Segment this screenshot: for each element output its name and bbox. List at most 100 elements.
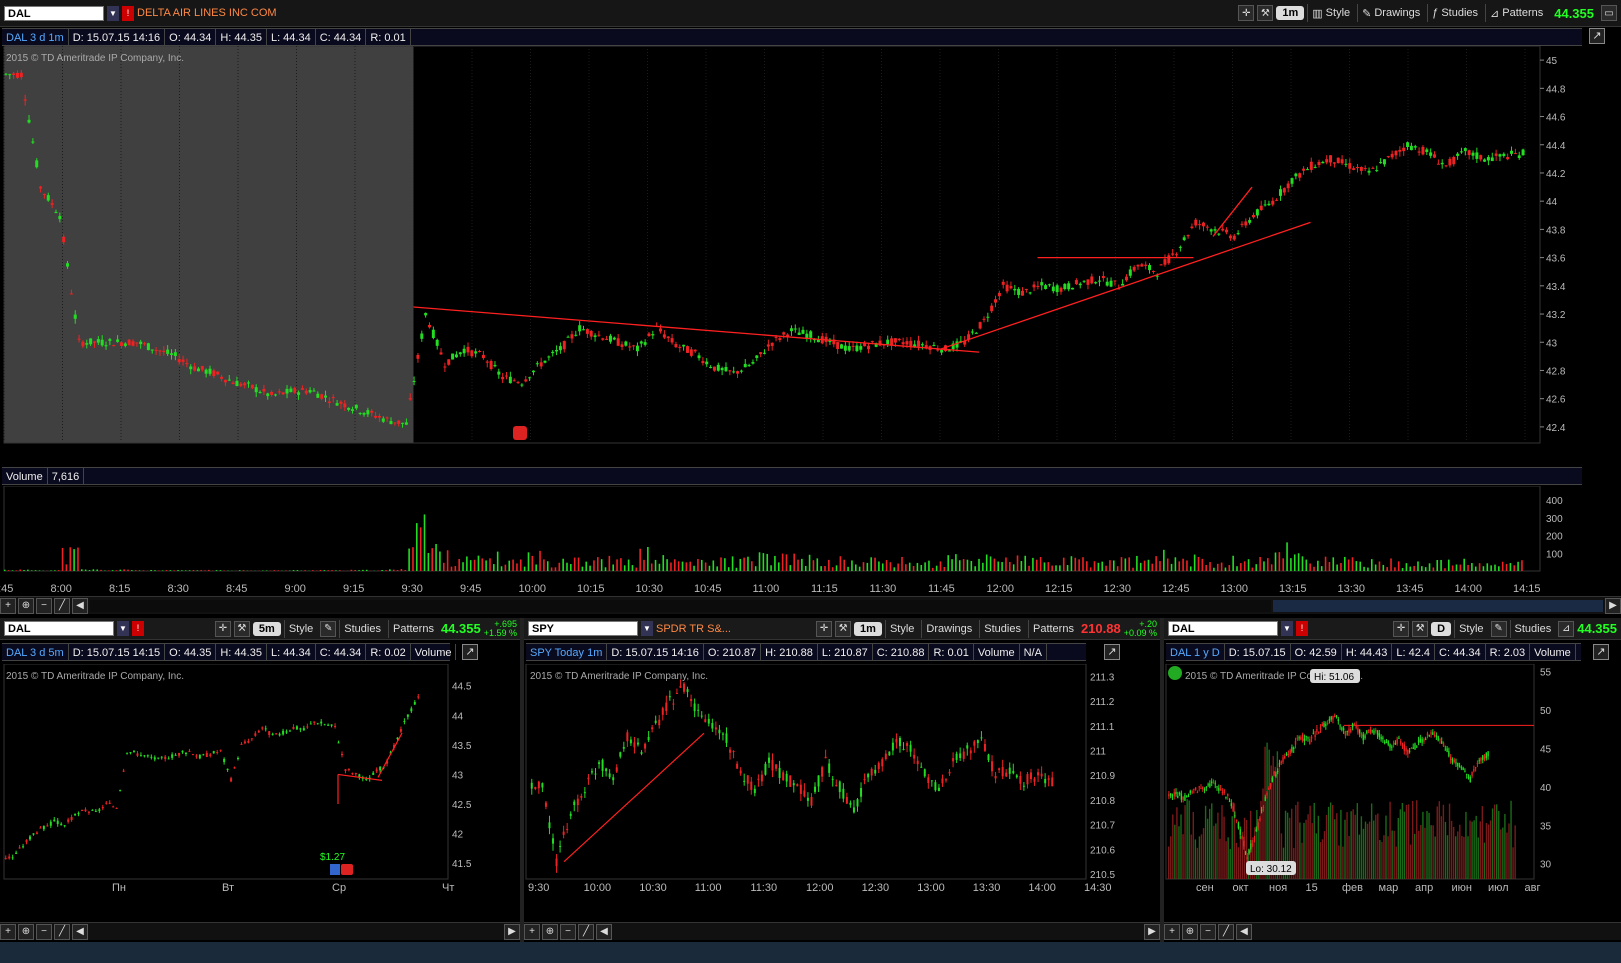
dal5-pencil-icon[interactable]: ✎ bbox=[320, 620, 337, 637]
crosshair-icon[interactable]: ✛ bbox=[1238, 5, 1255, 21]
dal5-draw-line-icon[interactable]: ╱ bbox=[54, 923, 70, 940]
spy-wrench-icon[interactable]: ⚒ bbox=[835, 620, 852, 637]
daily-patterns-icon[interactable]: ⊿ bbox=[1558, 620, 1575, 637]
dal5-wrench-icon[interactable]: ⚒ bbox=[233, 620, 250, 637]
spy-drawings-button[interactable]: Drawings bbox=[921, 619, 976, 638]
main-candle bbox=[235, 380, 239, 387]
daily-alert-icon[interactable]: ! bbox=[1296, 621, 1308, 636]
time-scrollbar[interactable] bbox=[90, 599, 1271, 612]
daily-volume-bar bbox=[1204, 805, 1207, 879]
drawings-button[interactable]: ✎ Drawings bbox=[1357, 4, 1424, 22]
spy-draw-line-icon[interactable]: ╱ bbox=[578, 923, 594, 940]
draw-line-icon[interactable]: ╱ bbox=[54, 597, 70, 614]
volume-bar bbox=[442, 562, 445, 571]
daily-style-button[interactable]: Style bbox=[1454, 619, 1487, 638]
daily-aggregation-button[interactable]: D bbox=[1431, 621, 1452, 636]
daily-studies-button[interactable]: Studies bbox=[1509, 619, 1556, 638]
spy-zoom-out-icon[interactable]: − bbox=[560, 923, 576, 940]
panel-divider-1[interactable] bbox=[520, 618, 524, 963]
daily-draw-line-icon[interactable]: ╱ bbox=[1218, 923, 1234, 940]
spy-candle bbox=[916, 760, 919, 765]
volume-bar bbox=[839, 556, 842, 571]
symbol-input[interactable]: DAL bbox=[4, 5, 104, 21]
daily-crosshair-icon[interactable]: ✛ bbox=[1393, 620, 1410, 637]
main-candle bbox=[451, 353, 455, 360]
daily-expand-icon[interactable]: ↗ bbox=[1593, 644, 1609, 660]
dal5-candle bbox=[327, 724, 330, 726]
main-price-chart[interactable]: 2015 © TD Ameritrade IP Company, Inc. 454… bbox=[0, 46, 1621, 458]
daily-pencil-icon[interactable]: ✎ bbox=[1490, 620, 1507, 637]
volume-bar bbox=[743, 557, 745, 571]
scroll-right-icon[interactable]: ▶ bbox=[1605, 597, 1621, 614]
volume-bar bbox=[192, 569, 195, 571]
spy-symbol-input[interactable]: SPY bbox=[528, 621, 638, 636]
daily-price-chart[interactable]: 2015 © TD Ameritrade IP Company, Inc. 555… bbox=[1164, 664, 1621, 922]
spy-zoom-in-icon[interactable]: + bbox=[524, 923, 540, 940]
spy-style-button[interactable]: Style bbox=[884, 619, 918, 638]
spy-aggregation-button[interactable]: 1m bbox=[854, 621, 882, 636]
spy-crosshair-icon[interactable]: ✛ bbox=[816, 620, 833, 637]
daily-symbol-input[interactable]: DAL bbox=[1168, 621, 1278, 636]
aggregation-button[interactable]: 1m bbox=[1276, 6, 1305, 20]
patterns-button[interactable]: ⊿ Patterns bbox=[1485, 4, 1547, 22]
volume-bar bbox=[1255, 564, 1258, 571]
daily-wrench-icon[interactable]: ⚒ bbox=[1412, 620, 1429, 637]
dal5-crosshair-icon[interactable]: ✛ bbox=[214, 620, 231, 637]
spy-studies-button[interactable]: Studies bbox=[979, 619, 1025, 638]
dal5-price-chart[interactable]: 2015 © TD Ameritrade IP Company, Inc.44.… bbox=[0, 664, 520, 932]
main-candle bbox=[1402, 147, 1406, 152]
dal5-patterns-button[interactable]: Patterns bbox=[387, 619, 438, 638]
spy-candle bbox=[619, 752, 622, 757]
volume-bar bbox=[878, 561, 880, 571]
dal5-alert-icon[interactable]: ! bbox=[132, 621, 144, 636]
scrollbar-thumb[interactable] bbox=[1273, 599, 1603, 612]
volume-chart[interactable]: 400300200100 bbox=[0, 486, 1621, 581]
dal5-style-button[interactable]: Style bbox=[283, 619, 317, 638]
scroll-left-icon[interactable]: ◀ bbox=[72, 597, 88, 614]
symbol-dropdown-icon[interactable]: ▼ bbox=[107, 5, 119, 21]
dal5-dropdown-icon[interactable]: ▼ bbox=[117, 621, 129, 636]
zoom-fit-icon[interactable]: ⊕ bbox=[18, 597, 34, 614]
volume-bar bbox=[1313, 566, 1315, 571]
dal5-aggregation-button[interactable]: 5m bbox=[252, 621, 281, 636]
dal5-zoom-fit-icon[interactable]: ⊕ bbox=[18, 923, 34, 940]
daily-zoom-in-icon[interactable]: + bbox=[1164, 923, 1180, 940]
spy-candle bbox=[874, 769, 877, 774]
daily-scroll-left-icon[interactable]: ◀ bbox=[1236, 923, 1252, 940]
dal5-x-label: Вт bbox=[222, 882, 234, 894]
dal5-scroll-right-icon[interactable]: ▶ bbox=[504, 923, 520, 940]
minimize-icon[interactable]: ▭ bbox=[1601, 5, 1617, 21]
spy-dropdown-icon[interactable]: ▼ bbox=[641, 621, 653, 636]
dal5-expand-icon[interactable]: ↗ bbox=[462, 644, 478, 660]
daily-candle bbox=[1398, 737, 1400, 739]
spy-zoom-fit-icon[interactable]: ⊕ bbox=[542, 923, 558, 940]
dal5-change-block: +.695 +1.59 % bbox=[484, 619, 517, 638]
daily-zoom-fit-icon[interactable]: ⊕ bbox=[1182, 923, 1198, 940]
dal5-zoom-out-icon[interactable]: − bbox=[36, 923, 52, 940]
style-button[interactable]: ▥ Style bbox=[1307, 4, 1354, 22]
spy-price-chart[interactable]: 2015 © TD Ameritrade IP Company, Inc. 211… bbox=[524, 664, 1160, 922]
expand-chart-icon[interactable]: ↗ bbox=[1589, 28, 1605, 44]
panel-divider-2[interactable] bbox=[1160, 618, 1164, 963]
main-candle bbox=[1213, 229, 1217, 231]
daily-zoom-out-icon[interactable]: − bbox=[1200, 923, 1216, 940]
spy-candle bbox=[707, 718, 710, 724]
alert-icon[interactable]: ! bbox=[122, 5, 134, 21]
spy-expand-icon[interactable]: ↗ bbox=[1104, 644, 1120, 660]
dal5-studies-button[interactable]: Studies bbox=[339, 619, 385, 638]
dal5-symbol-input[interactable]: DAL bbox=[4, 621, 114, 636]
zoom-out-icon[interactable]: − bbox=[36, 597, 52, 614]
studies-button[interactable]: ƒ Studies bbox=[1427, 4, 1482, 22]
dal5-zoom-in-icon[interactable]: + bbox=[0, 923, 16, 940]
daily-volume-bar bbox=[1180, 814, 1182, 879]
spy-patterns-button[interactable]: Patterns bbox=[1027, 619, 1078, 638]
daily-dropdown-icon[interactable]: ▼ bbox=[1281, 621, 1293, 636]
y-tick-label: 42.4 bbox=[1546, 423, 1566, 434]
volume-bar bbox=[7, 570, 10, 571]
zoom-in-icon[interactable]: + bbox=[0, 597, 16, 614]
dal5-candle bbox=[167, 758, 170, 760]
wrench-icon[interactable]: ⚒ bbox=[1257, 5, 1274, 21]
spy-scroll-right-icon[interactable]: ▶ bbox=[1144, 923, 1160, 940]
spy-scroll-left-icon[interactable]: ◀ bbox=[596, 923, 612, 940]
dal5-scroll-left-icon[interactable]: ◀ bbox=[72, 923, 88, 940]
